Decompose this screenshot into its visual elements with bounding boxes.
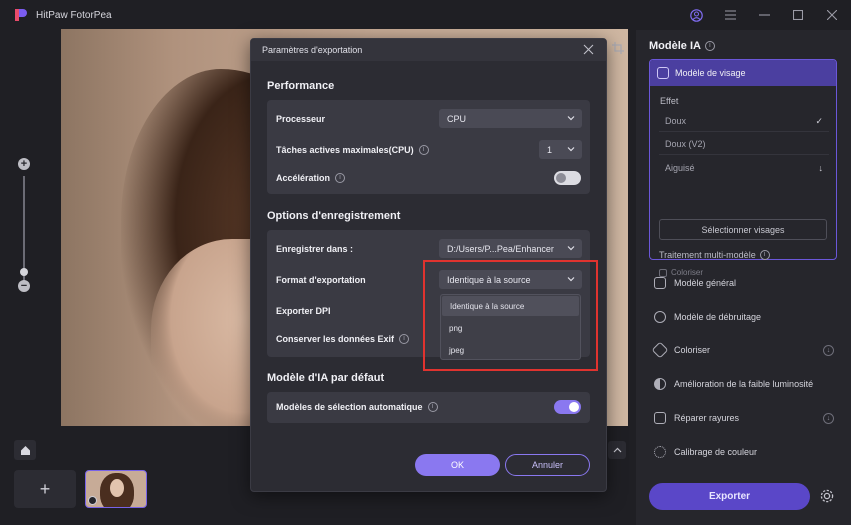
- chevron-down-icon: [567, 116, 575, 121]
- model-low-light[interactable]: Amélioration de la faible luminosité: [654, 375, 834, 393]
- info-icon[interactable]: i: [427, 402, 438, 412]
- home-icon: [20, 445, 30, 455]
- zoom-slider[interactable]: [23, 176, 25, 282]
- zoom-in-icon[interactable]: +: [18, 158, 30, 170]
- dpi-label: Exporter DPI: [276, 306, 331, 316]
- highlight-frame: [423, 260, 598, 371]
- performance-title: Performance: [267, 80, 335, 92]
- export-button[interactable]: Exporter: [649, 483, 810, 510]
- denoise-icon: [654, 311, 666, 323]
- zoom-slider-handle[interactable]: [20, 268, 28, 276]
- info-icon[interactable]: i: [418, 145, 429, 155]
- menu-icon[interactable]: [723, 8, 737, 22]
- gear-icon[interactable]: [819, 488, 835, 504]
- performance-card: Processeur CPU Tâches actives maximales(…: [267, 100, 590, 194]
- info-icon[interactable]: i: [399, 334, 410, 344]
- app-logo-icon: [14, 8, 28, 22]
- sun-icon: [654, 446, 666, 458]
- default-model-title: Modèle d'IA par défaut: [267, 372, 385, 384]
- face-icon: [657, 67, 669, 79]
- chevron-down-icon: [567, 246, 575, 251]
- model-general[interactable]: Modèle général: [654, 274, 834, 292]
- image-icon: [654, 277, 666, 289]
- info-icon[interactable]: i: [335, 173, 346, 183]
- add-image-button[interactable]: +: [14, 470, 76, 508]
- default-model-card: Modèles de sélection automatique i: [267, 392, 590, 423]
- acceleration-label: Accélération: [276, 173, 331, 183]
- download-icon[interactable]: ↓: [819, 163, 824, 173]
- ai-model-title: Modèle IA: [649, 40, 701, 52]
- download-icon[interactable]: ↓: [823, 344, 834, 356]
- max-tasks-label: Tâches actives maximales(CPU): [276, 145, 414, 155]
- acceleration-toggle[interactable]: [554, 171, 581, 185]
- max-tasks-select[interactable]: 1: [539, 140, 582, 159]
- dialog-title: Paramètres d'exportation: [262, 45, 363, 55]
- format-label: Format d'exportation: [276, 275, 366, 285]
- auto-select-toggle[interactable]: [554, 400, 581, 414]
- auto-select-label: Modèles de sélection automatique: [276, 402, 423, 412]
- home-button[interactable]: [14, 440, 36, 460]
- info-icon[interactable]: i: [704, 41, 715, 51]
- ok-button[interactable]: OK: [415, 454, 500, 476]
- effect-option[interactable]: Aiguisé ↓: [659, 157, 829, 178]
- save-path-select[interactable]: D:/Users/P...Pea/Enhancer: [439, 239, 582, 258]
- account-icon[interactable]: [689, 8, 703, 22]
- repair-icon: [654, 412, 666, 424]
- effect-option[interactable]: Doux ✓: [659, 111, 829, 132]
- select-faces-button[interactable]: Sélectionner visages: [659, 219, 827, 240]
- save-options-title: Options d'enregistrement: [267, 210, 401, 222]
- exif-label: Conserver les données Exif: [276, 334, 395, 344]
- model-colorize[interactable]: Coloriser ↓: [651, 341, 834, 359]
- processor-select[interactable]: CPU: [439, 109, 582, 128]
- zoom-out-icon[interactable]: −: [18, 280, 30, 292]
- maximize-icon[interactable]: [791, 8, 805, 22]
- effect-label: Effet: [660, 96, 679, 106]
- download-icon[interactable]: ↓: [823, 412, 834, 424]
- zoom-control: + −: [14, 158, 34, 298]
- checkmark-icon: ✓: [815, 115, 823, 126]
- model-repair-scratches[interactable]: Réparer rayures ↓: [654, 409, 834, 427]
- cancel-button[interactable]: Annuler: [505, 454, 590, 476]
- effect-option[interactable]: Doux (V2): [659, 134, 829, 155]
- title-bar: HitPaw FotorPea: [0, 0, 851, 30]
- half-circle-icon: [654, 378, 666, 390]
- collapse-strip-button[interactable]: [608, 441, 626, 459]
- close-window-icon[interactable]: [825, 8, 839, 22]
- face-model-card: Modèle de visage Effet Doux ✓ Doux (V2) …: [649, 59, 837, 277]
- model-denoise[interactable]: Modèle de débruitage: [654, 308, 834, 326]
- brush-icon: [651, 341, 669, 359]
- thumbnail-add-icon[interactable]: [88, 496, 97, 505]
- multi-model-label: Traitement multi-modèle: [659, 250, 756, 260]
- chevron-up-icon: [613, 447, 621, 453]
- face-model-label: Modèle de visage: [675, 68, 746, 78]
- save-in-label: Enregistrer dans :: [276, 244, 354, 254]
- processor-label: Processeur: [276, 114, 326, 124]
- info-icon[interactable]: i: [759, 250, 770, 260]
- close-icon[interactable]: [583, 44, 594, 55]
- crop-icon[interactable]: [612, 42, 624, 54]
- ai-model-panel: Modèle IA i Modèle de visage Effet Doux …: [636, 30, 851, 525]
- chevron-down-icon: [567, 147, 575, 152]
- face-model-header[interactable]: Modèle de visage: [650, 60, 836, 86]
- model-color-calibration[interactable]: Calibrage de couleur: [654, 443, 834, 461]
- minimize-icon[interactable]: [757, 8, 771, 22]
- app-title: HitPaw FotorPea: [36, 9, 112, 21]
